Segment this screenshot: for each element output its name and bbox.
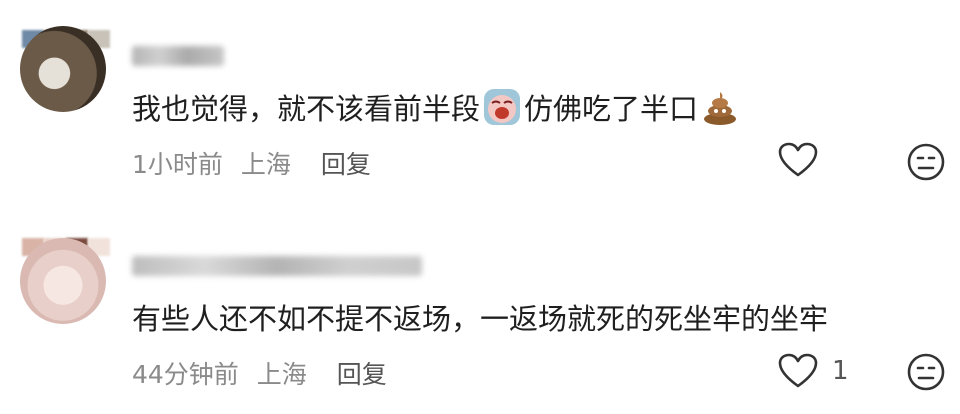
comment-item: 有些人还不如不提不返场，一返场就死的死坐牢的坐牢 44分钟前 上海 回复 1	[0, 0, 960, 414]
reply-button[interactable]: 回复	[337, 360, 387, 389]
dislike-face-icon[interactable]	[906, 352, 946, 392]
like-button[interactable]: 1	[778, 353, 849, 389]
avatar[interactable]	[20, 238, 106, 324]
comment-text-part: 有些人还不如不提不返场，一返场就死的死坐牢的坐牢	[132, 302, 829, 336]
username-blurred[interactable]	[132, 256, 422, 276]
timestamp: 44分钟前	[132, 360, 239, 389]
location: 上海	[256, 360, 307, 389]
heart-icon	[778, 353, 818, 388]
like-count: 1	[832, 356, 849, 386]
comment-text: 有些人还不如不提不返场，一返场就死的死坐牢的坐牢	[132, 296, 828, 338]
comment-meta: 44分钟前 上海 回复	[132, 355, 387, 391]
